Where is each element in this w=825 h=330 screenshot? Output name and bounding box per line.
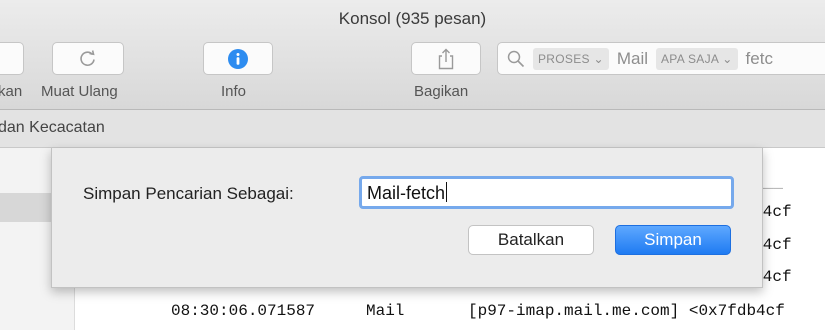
category-tab-label[interactable]: dan Kecacatan	[0, 119, 105, 137]
partial-toolbar-label: kan	[0, 83, 23, 100]
search-term-process: Mail	[616, 48, 648, 68]
category-bar: dan Kecacatan	[0, 110, 825, 148]
search-field[interactable]: PROSES ⌄ Mail APA SAJA ⌄ fetc	[497, 42, 825, 75]
chevron-down-icon: ⌄	[722, 51, 733, 66]
search-icon	[507, 50, 525, 67]
search-token-process-label: PROSES	[538, 51, 590, 66]
log-row-message: [p97-imap.mail.me.com] <0x7fdb4cf	[468, 302, 785, 320]
search-token-any-label: APA SAJA	[661, 51, 719, 66]
reload-icon	[80, 49, 95, 66]
save-button[interactable]: Simpan	[615, 225, 731, 255]
log-row-time: 08:30:06.071587	[171, 302, 316, 320]
info-label: Info	[221, 83, 247, 100]
text-caret	[446, 182, 448, 202]
reload-label: Muat Ulang	[41, 83, 118, 100]
window-toolbar: Konsol (935 pesan) kan Muat Ulang Info B…	[0, 0, 825, 110]
window-title: Konsol (935 pesan)	[338, 9, 487, 28]
search-term-message: fetc	[745, 48, 773, 68]
search-name-field[interactable]: Mail-fetch	[359, 176, 734, 209]
chevron-down-icon: ⌄	[593, 51, 604, 66]
search-token-process[interactable]: PROSES ⌄	[533, 47, 609, 70]
info-button[interactable]	[203, 42, 273, 75]
search-token-any[interactable]: APA SAJA ⌄	[656, 47, 738, 70]
partial-toolbar-button[interactable]	[0, 42, 24, 75]
share-icon	[438, 48, 454, 69]
share-label: Bagikan	[414, 83, 469, 100]
save-search-dialog: Simpan Pencarian Sebagai: Mail-fetch Bat…	[51, 148, 763, 288]
save-search-prompt: Simpan Pencarian Sebagai:	[83, 184, 294, 203]
info-icon	[228, 48, 248, 69]
reload-button[interactable]	[52, 42, 124, 75]
search-name-value: Mail-fetch	[367, 183, 446, 203]
cancel-button[interactable]: Batalkan	[468, 225, 594, 255]
log-row-process: Mail	[366, 302, 405, 320]
share-button[interactable]	[411, 42, 481, 75]
